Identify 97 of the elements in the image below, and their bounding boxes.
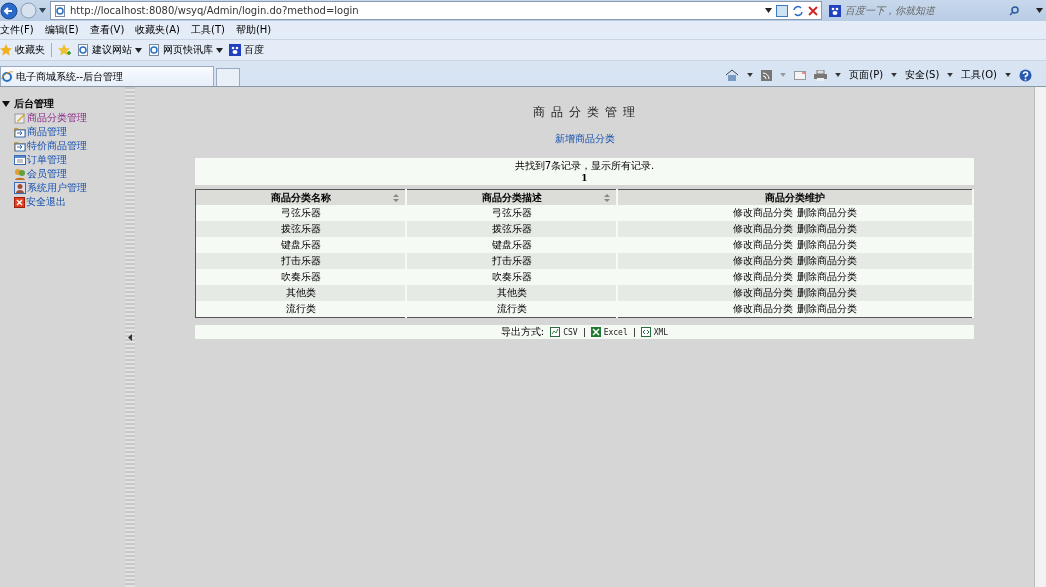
address-bar[interactable]: http://localhost:8080/wsyq/Admin/login.do?method=login: [50, 1, 822, 20]
sidebar-item[interactable]: 特价商品管理: [14, 139, 125, 153]
caret-icon[interactable]: [947, 73, 954, 77]
folder-icon: [14, 126, 26, 138]
menu-item[interactable]: 文件(F): [0, 23, 34, 37]
favorites-item[interactable]: 百度: [229, 43, 264, 57]
column-header[interactable]: 商品分类描述: [406, 189, 617, 205]
caret-icon[interactable]: [135, 47, 142, 53]
caret-icon[interactable]: [39, 8, 46, 13]
search-field[interactable]: 百度一下，你就知道: [845, 5, 1005, 16]
exit-icon: [14, 196, 25, 208]
menu-item[interactable]: 收藏夹(A): [135, 23, 180, 37]
mail-icon[interactable]: [794, 70, 807, 80]
add-favorite-icon[interactable]: [58, 44, 71, 56]
caret-icon[interactable]: [765, 8, 772, 13]
sidebar-heading[interactable]: 后台管理: [14, 97, 54, 111]
page-icon: [77, 44, 89, 56]
table-cell: 拨弦乐器: [406, 221, 617, 237]
caret-icon[interactable]: [216, 47, 223, 53]
sidebar-item[interactable]: 商品管理: [14, 125, 125, 139]
sidebar-item[interactable]: 安全退出: [14, 195, 125, 209]
command-menu[interactable]: 工具(O): [961, 68, 997, 82]
form-icon: [14, 154, 26, 166]
export-link[interactable]: Excel: [590, 327, 628, 337]
export-link[interactable]: XML: [640, 327, 669, 337]
browser-tab[interactable]: 电子商城系统--后台管理: [0, 66, 214, 86]
edit-link[interactable]: 修改商品分类: [733, 222, 793, 236]
column-header: 商品分类维护: [617, 189, 973, 205]
record-count-text: 共找到7条记录，显示所有记录.: [514, 159, 655, 173]
table-cell: 其他类: [406, 285, 617, 301]
delete-link[interactable]: 删除商品分类: [797, 286, 857, 300]
back-icon[interactable]: [0, 1, 18, 20]
menu-item[interactable]: 查看(V): [89, 23, 125, 37]
delete-link[interactable]: 删除商品分类: [797, 270, 857, 284]
menu-item[interactable]: 帮助(H): [235, 23, 272, 37]
caret-icon[interactable]: [1036, 8, 1043, 13]
page-number[interactable]: 1: [581, 173, 588, 183]
page-icon: [148, 44, 160, 56]
paw-icon: [229, 44, 241, 56]
help-icon[interactable]: [1019, 68, 1032, 82]
sidebar-item[interactable]: 系统用户管理: [14, 181, 125, 195]
table-cell: 流行类: [195, 301, 406, 318]
close-icon[interactable]: [808, 5, 818, 16]
caret-icon[interactable]: [835, 73, 842, 77]
expand-arrow-icon[interactable]: [2, 100, 10, 108]
feed-icon[interactable]: [761, 69, 773, 81]
edit-link[interactable]: 修改商品分类: [733, 206, 793, 220]
column-header[interactable]: 商品分类名称: [195, 189, 406, 205]
caret-icon[interactable]: [891, 73, 898, 77]
edit-link[interactable]: 修改商品分类: [733, 254, 793, 268]
paw-icon: [829, 4, 841, 17]
people-icon: [14, 168, 26, 180]
folder-icon: [14, 140, 26, 152]
table-cell: 流行类: [406, 301, 617, 318]
search-icon[interactable]: [1009, 5, 1019, 16]
edit-link[interactable]: 修改商品分类: [733, 286, 793, 300]
print-icon[interactable]: [814, 69, 828, 81]
sidebar-item[interactable]: 商品分类管理: [14, 111, 125, 125]
favorites-item[interactable]: 建议网站: [77, 43, 142, 57]
menu-item[interactable]: 编辑(E): [44, 23, 79, 37]
delete-link[interactable]: 删除商品分类: [797, 206, 857, 220]
user-icon: [14, 182, 26, 194]
caret-icon[interactable]: [747, 73, 754, 77]
table-cell: 其他类: [195, 285, 406, 301]
sort-icon[interactable]: [393, 193, 399, 202]
favorites-item[interactable]: 收藏夹: [0, 43, 45, 57]
collapse-arrow-icon[interactable]: [128, 334, 132, 341]
browser-logo-icon: [1, 70, 13, 83]
add-category-link[interactable]: 新增商品分类: [554, 132, 615, 146]
refresh-icon[interactable]: [792, 4, 804, 17]
edit-link[interactable]: 修改商品分类: [733, 302, 793, 316]
table-cell: 拨弦乐器: [195, 221, 406, 237]
page-icon: [54, 4, 66, 17]
delete-link[interactable]: 删除商品分类: [797, 302, 857, 316]
star-icon: [0, 44, 12, 56]
page-title: 商 品 分 类 管 理: [533, 104, 636, 121]
sidebar-item[interactable]: 会员管理: [14, 167, 125, 181]
delete-link[interactable]: 删除商品分类: [797, 254, 857, 268]
table-cell: 打击乐器: [406, 253, 617, 269]
command-menu[interactable]: 页面(P): [849, 68, 884, 82]
scrollbar[interactable]: [1034, 87, 1046, 587]
menu-item[interactable]: 工具(T): [191, 23, 225, 37]
command-menu[interactable]: 安全(S): [905, 68, 940, 82]
export-link[interactable]: CSV: [550, 327, 578, 337]
delete-link[interactable]: 删除商品分类: [797, 238, 857, 252]
home-icon[interactable]: [725, 69, 740, 81]
favorites-item[interactable]: 网页快讯库: [148, 43, 223, 57]
caret-icon[interactable]: [1005, 73, 1011, 77]
sidebar-item[interactable]: 订单管理: [14, 153, 125, 167]
export-label: 导出方式:: [500, 325, 545, 339]
pencil-icon: [14, 112, 26, 124]
url-text: http://localhost:8080/wsyq/Admin/login.do?method=login: [70, 5, 360, 16]
sort-icon[interactable]: [604, 193, 610, 202]
edit-link[interactable]: 修改商品分类: [733, 270, 793, 284]
delete-link[interactable]: 删除商品分类: [797, 222, 857, 236]
table-cell: 打击乐器: [195, 253, 406, 269]
edit-link[interactable]: 修改商品分类: [733, 238, 793, 252]
